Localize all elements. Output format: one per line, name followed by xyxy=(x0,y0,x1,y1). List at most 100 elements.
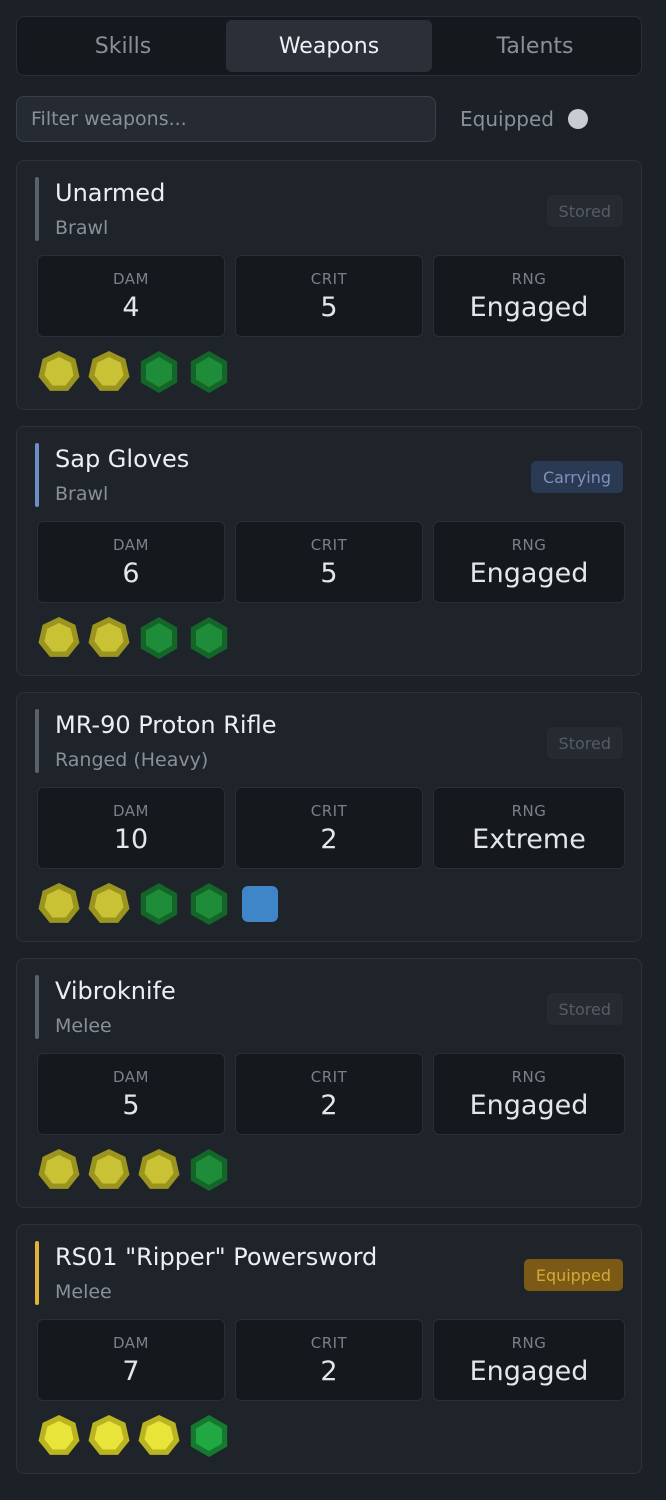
weapon-skill-type: Brawl xyxy=(55,217,109,239)
stat-range-label: RNG xyxy=(511,1067,547,1086)
weapon-name: MR-90 Proton Rifle xyxy=(55,711,277,739)
stat-damage: DAM 5 xyxy=(37,1053,225,1135)
weapon-stats: DAM 4 CRIT 5 RNG Engaged xyxy=(37,255,625,337)
proficiency-die-icon xyxy=(38,1415,80,1455)
dice-pool xyxy=(37,349,231,395)
tab-talents[interactable]: Talents xyxy=(432,20,638,72)
stat-damage-value: 4 xyxy=(122,291,140,323)
stat-damage-label: DAM xyxy=(113,535,149,554)
ability-die-yellow-icon xyxy=(88,1149,130,1189)
stat-crit: CRIT 2 xyxy=(235,1319,423,1401)
ability-die-yellow-icon xyxy=(138,1149,180,1189)
weapon-stats: DAM 10 CRIT 2 RNG Extreme xyxy=(37,787,625,869)
ability-die-yellow-icon xyxy=(88,351,130,391)
weapon-name: Unarmed xyxy=(55,179,166,207)
filter-row: Equipped xyxy=(16,96,642,144)
tab-weapons[interactable]: Weapons xyxy=(226,20,432,72)
filter-weapons-input[interactable] xyxy=(16,96,436,142)
dice-pool xyxy=(37,1413,231,1459)
equipped-filter-label: Equipped xyxy=(460,107,554,131)
stat-damage: DAM 7 xyxy=(37,1319,225,1401)
weapon-card[interactable]: Sap Gloves Brawl Carrying DAM 6 CRIT 5 R… xyxy=(16,426,642,676)
stat-damage: DAM 4 xyxy=(37,255,225,337)
status-accent-bar xyxy=(35,443,39,507)
stat-range: RNG Engaged xyxy=(433,521,625,603)
dice-pool xyxy=(37,881,279,927)
weapon-card[interactable]: Vibroknife Melee Stored DAM 5 CRIT 2 RNG… xyxy=(16,958,642,1208)
stat-range-value: Engaged xyxy=(469,1355,589,1387)
ability-die-green-icon xyxy=(190,1415,228,1457)
weapon-name: RS01 "Ripper" Powersword xyxy=(55,1243,378,1271)
status-badge[interactable]: Stored xyxy=(546,195,623,227)
stat-crit-label: CRIT xyxy=(310,1067,348,1086)
ability-die-yellow-icon xyxy=(38,617,80,657)
tab-skills[interactable]: Skills xyxy=(20,20,226,72)
weapon-name: Vibroknife xyxy=(55,977,176,1005)
weapon-stats: DAM 5 CRIT 2 RNG Engaged xyxy=(37,1053,625,1135)
status-accent-bar xyxy=(35,1241,39,1305)
ability-die-yellow-icon xyxy=(88,617,130,657)
ability-die-yellow-icon xyxy=(38,1149,80,1189)
status-badge[interactable]: Stored xyxy=(546,993,623,1025)
tab-bar: Skills Weapons Talents xyxy=(16,16,642,76)
stat-damage-label: DAM xyxy=(113,1333,149,1352)
stat-range: RNG Engaged xyxy=(433,1053,625,1135)
stat-crit: CRIT 5 xyxy=(235,521,423,603)
stat-range-label: RNG xyxy=(511,535,547,554)
stat-crit-value: 5 xyxy=(320,557,338,589)
stat-damage-label: DAM xyxy=(113,1067,149,1086)
status-accent-bar xyxy=(35,177,39,241)
stat-crit-label: CRIT xyxy=(310,1333,348,1352)
stat-damage-value: 7 xyxy=(122,1355,140,1387)
status-badge[interactable]: Equipped xyxy=(523,1259,623,1291)
ability-die-green-icon xyxy=(190,883,228,925)
status-accent-bar xyxy=(35,975,39,1039)
toggle-indicator-icon[interactable] xyxy=(567,109,588,129)
weapon-card[interactable]: MR-90 Proton Rifle Ranged (Heavy) Stored… xyxy=(16,692,642,942)
ability-die-green-icon xyxy=(140,617,178,659)
ability-die-yellow-icon xyxy=(38,351,80,391)
boost-die-icon xyxy=(242,886,278,922)
stat-crit-value: 2 xyxy=(320,1089,338,1121)
weapon-stats: DAM 6 CRIT 5 RNG Engaged xyxy=(37,521,625,603)
stat-crit-value: 2 xyxy=(320,1355,338,1387)
stat-range-label: RNG xyxy=(511,1333,547,1352)
weapon-card[interactable]: Unarmed Brawl Stored DAM 4 CRIT 5 RNG En… xyxy=(16,160,642,410)
stat-damage: DAM 6 xyxy=(37,521,225,603)
weapon-skill-type: Melee xyxy=(55,1281,112,1303)
weapon-card[interactable]: RS01 "Ripper" Powersword Melee Equipped … xyxy=(16,1224,642,1474)
weapon-skill-type: Brawl xyxy=(55,483,109,505)
stat-range-value: Engaged xyxy=(469,1089,589,1121)
ability-die-yellow-icon xyxy=(88,883,130,923)
stat-damage-value: 5 xyxy=(122,1089,140,1121)
stat-range: RNG Extreme xyxy=(433,787,625,869)
stat-range-label: RNG xyxy=(511,269,547,288)
ability-die-green-icon xyxy=(190,617,228,659)
status-badge[interactable]: Stored xyxy=(546,727,623,759)
stat-crit: CRIT 5 xyxy=(235,255,423,337)
stat-crit-label: CRIT xyxy=(310,535,348,554)
stat-damage-value: 6 xyxy=(122,557,140,589)
dice-pool xyxy=(37,615,231,661)
weapon-skill-type: Ranged (Heavy) xyxy=(55,749,209,771)
status-badge[interactable]: Carrying xyxy=(530,461,623,493)
status-accent-bar xyxy=(35,709,39,773)
stat-crit: CRIT 2 xyxy=(235,787,423,869)
proficiency-die-icon xyxy=(138,1415,180,1455)
weapon-skill-type: Melee xyxy=(55,1015,112,1037)
stat-damage-value: 10 xyxy=(113,823,149,855)
stat-crit-value: 5 xyxy=(320,291,338,323)
weapon-list: Unarmed Brawl Stored DAM 4 CRIT 5 RNG En… xyxy=(16,160,644,1490)
stat-damage-label: DAM xyxy=(113,269,149,288)
stat-damage: DAM 10 xyxy=(37,787,225,869)
stat-range-value: Engaged xyxy=(469,291,589,323)
stat-range-label: RNG xyxy=(511,801,547,820)
ability-die-green-icon xyxy=(140,351,178,393)
stat-range: RNG Engaged xyxy=(433,1319,625,1401)
stat-range-value: Extreme xyxy=(472,823,586,855)
equipped-filter-toggle[interactable]: Equipped xyxy=(460,96,588,142)
stat-damage-label: DAM xyxy=(113,801,149,820)
ability-die-green-icon xyxy=(190,351,228,393)
proficiency-die-icon xyxy=(88,1415,130,1455)
stat-crit-label: CRIT xyxy=(310,269,348,288)
